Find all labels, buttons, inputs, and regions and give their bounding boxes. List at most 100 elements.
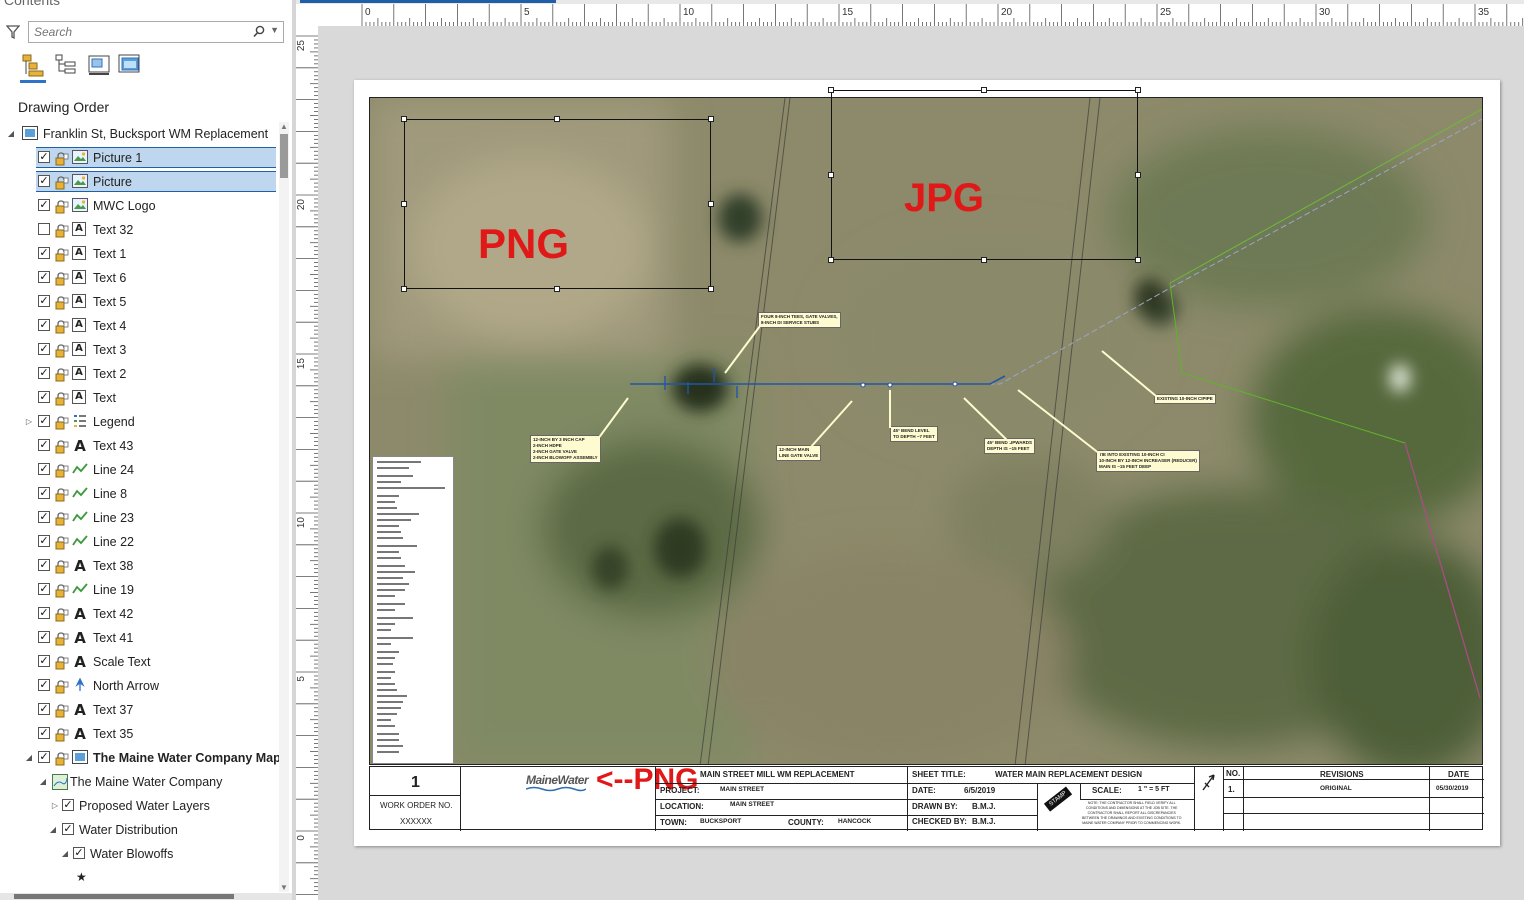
layer-item[interactable]: ✓ A Text 43 xyxy=(0,434,278,458)
collapse-arrow-icon[interactable]: ◢ xyxy=(38,770,48,794)
layer-item[interactable]: ✓ A Text 41 xyxy=(0,626,278,650)
collapse-arrow-icon[interactable]: ◢ xyxy=(48,818,58,842)
annotation-label[interactable]: 12-INCH BY 3 INCH CAP 2-INCH HDPE 2-INCH… xyxy=(530,435,601,463)
scroll-down-icon[interactable]: ▼ xyxy=(280,883,288,892)
picture-selection[interactable] xyxy=(831,90,1138,260)
layer-item[interactable]: ✓ A Text 6 xyxy=(0,266,278,290)
lock-icon[interactable] xyxy=(55,150,69,166)
visibility-checkbox[interactable]: ✓ xyxy=(38,367,50,379)
lock-icon[interactable] xyxy=(55,726,69,742)
vertical-scrollbar[interactable]: ▲ ▼ xyxy=(279,122,289,892)
visibility-checkbox[interactable]: ✓ xyxy=(38,343,50,355)
chevron-down-icon[interactable]: ▼ xyxy=(270,25,279,35)
visibility-checkbox[interactable]: ✓ xyxy=(38,703,50,715)
layer-item[interactable]: ✓ Line 22 xyxy=(0,530,278,554)
resize-handle[interactable] xyxy=(708,201,714,207)
annotation-label[interactable]: EXISTING 10-INCH CIPIPE xyxy=(1154,394,1216,404)
annotation-label[interactable]: 12-INCH MAIN LINE GATE VALVE xyxy=(776,445,822,461)
layer-item[interactable]: ▷ ✓ Proposed Water Layers xyxy=(0,794,278,818)
lock-icon[interactable] xyxy=(55,294,69,310)
layer-item[interactable]: ◢ ✓ The Maine Water Company Map I xyxy=(0,746,288,770)
visibility-checkbox[interactable]: ✓ xyxy=(38,487,50,499)
visibility-checkbox[interactable]: ✓ xyxy=(38,631,50,643)
lock-icon[interactable] xyxy=(55,246,69,262)
resize-handle[interactable] xyxy=(1135,257,1141,263)
layer-item[interactable]: ✓ Line 19 xyxy=(0,578,278,602)
visibility-checkbox[interactable]: ✓ xyxy=(38,151,50,163)
visibility-checkbox[interactable]: ✓ xyxy=(38,439,50,451)
visibility-checkbox[interactable]: ✓ xyxy=(38,559,50,571)
legend[interactable] xyxy=(372,456,454,764)
resize-handle[interactable] xyxy=(981,87,987,93)
visibility-checkbox[interactable]: ✓ xyxy=(38,583,50,595)
visibility-checkbox[interactable]: ✓ xyxy=(38,295,50,307)
lock-icon[interactable] xyxy=(55,510,69,526)
layer-item[interactable]: ✓ A Text 4 xyxy=(0,314,278,338)
visibility-checkbox[interactable]: ✓ xyxy=(38,679,50,691)
collapse-arrow-icon[interactable]: ◢ xyxy=(60,842,70,866)
search-icon[interactable] xyxy=(253,25,265,39)
expand-arrow-icon[interactable]: ▷ xyxy=(50,794,60,818)
resize-handle[interactable] xyxy=(401,286,407,292)
lock-icon[interactable] xyxy=(55,750,69,766)
lock-icon[interactable] xyxy=(55,390,69,406)
layer-item[interactable]: ✓ A Text 35 xyxy=(0,722,278,746)
map-root-item[interactable]: ◢ Franklin St, Bucksport WM Replacement xyxy=(0,122,278,146)
lock-icon[interactable] xyxy=(55,630,69,646)
layer-item[interactable]: ✓ North Arrow xyxy=(0,674,278,698)
lock-icon[interactable] xyxy=(55,702,69,718)
resize-handle[interactable] xyxy=(828,257,834,263)
layout-page[interactable]: FOUR 8-INCH TEES, GATE VALVES, 8-INCH DI… xyxy=(354,80,1500,846)
lock-icon[interactable] xyxy=(55,654,69,670)
layer-item[interactable]: ✓ A Text 5 xyxy=(0,290,278,314)
layer-item[interactable]: ✓ Line 24 xyxy=(0,458,278,482)
resize-handle[interactable] xyxy=(401,201,407,207)
lock-icon[interactable] xyxy=(55,582,69,598)
visibility-checkbox[interactable] xyxy=(38,223,50,235)
lock-icon[interactable] xyxy=(55,366,69,382)
visibility-checkbox[interactable]: ✓ xyxy=(38,511,50,523)
list-by-source-button[interactable] xyxy=(53,52,79,80)
visibility-checkbox[interactable]: ✓ xyxy=(62,799,74,811)
visibility-checkbox[interactable]: ✓ xyxy=(38,535,50,547)
layer-item[interactable]: ✓ A Text 2 xyxy=(0,362,278,386)
lock-icon[interactable] xyxy=(55,606,69,622)
lock-icon[interactable] xyxy=(55,414,69,430)
layer-item[interactable]: ✓ MWC Logo xyxy=(0,194,278,218)
visibility-checkbox[interactable]: ✓ xyxy=(38,271,50,283)
layer-item[interactable]: ✓ Line 8 xyxy=(0,482,278,506)
layer-item[interactable]: ✓ A Text 37 xyxy=(0,698,278,722)
visibility-checkbox[interactable]: ✓ xyxy=(38,655,50,667)
annotation-label[interactable]: 45° BEND UPWARDS DEPTH IS ~15 FEET xyxy=(984,438,1036,454)
collapse-arrow-icon[interactable]: ◢ xyxy=(6,122,16,146)
layer-item[interactable]: ◢ ✓ Water Distribution xyxy=(0,818,278,842)
visibility-checkbox[interactable]: ✓ xyxy=(38,415,50,427)
resize-handle[interactable] xyxy=(981,257,987,263)
layer-item[interactable]: ▷ ✓ Legend xyxy=(0,410,278,434)
lock-icon[interactable] xyxy=(55,198,69,214)
resize-handle[interactable] xyxy=(1135,87,1141,93)
lock-icon[interactable] xyxy=(55,318,69,334)
list-by-drawing-order-button[interactable] xyxy=(20,52,46,83)
lock-icon[interactable] xyxy=(55,534,69,550)
layer-item[interactable]: ✓ Picture 1 xyxy=(0,146,278,170)
north-arrow-icon[interactable] xyxy=(1200,771,1218,793)
visibility-checkbox[interactable]: ✓ xyxy=(38,463,50,475)
lock-icon[interactable] xyxy=(55,174,69,190)
lock-icon[interactable] xyxy=(55,438,69,454)
lock-icon[interactable] xyxy=(55,678,69,694)
resize-handle[interactable] xyxy=(828,172,834,178)
scrollbar-thumb[interactable] xyxy=(14,894,234,899)
list-by-selection-button[interactable] xyxy=(86,52,112,80)
layer-item[interactable]: ✓ Line 23 xyxy=(0,506,278,530)
search-input[interactable] xyxy=(29,22,254,42)
layer-item[interactable]: ✓ A Scale Text xyxy=(0,650,278,674)
expand-arrow-icon[interactable]: ▷ xyxy=(24,410,34,434)
layer-item[interactable]: ◢ The Maine Water Company xyxy=(0,770,278,794)
scrollbar-thumb[interactable] xyxy=(280,134,288,178)
layer-item[interactable]: ✓ A Text 3 xyxy=(0,338,278,362)
lock-icon[interactable] xyxy=(55,342,69,358)
layer-item[interactable]: ✓ A Text 38 xyxy=(0,554,278,578)
annotation-label[interactable]: TIE INTO EXISTING 10-INCH CI 10-INCH BY … xyxy=(1096,450,1200,472)
list-by-perspective-button[interactable] xyxy=(117,52,143,80)
